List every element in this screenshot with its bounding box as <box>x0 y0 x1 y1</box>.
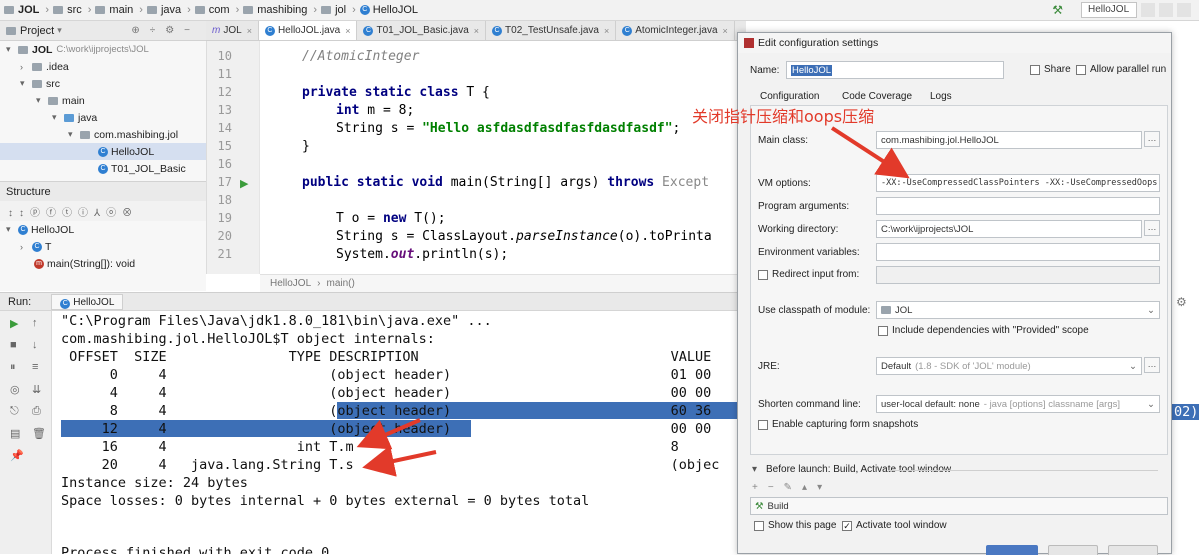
annotation-arrow <box>362 445 437 477</box>
annotation-arrows <box>356 126 910 477</box>
annotation-arrow <box>356 418 421 450</box>
annotation-arrow <box>830 126 910 179</box>
